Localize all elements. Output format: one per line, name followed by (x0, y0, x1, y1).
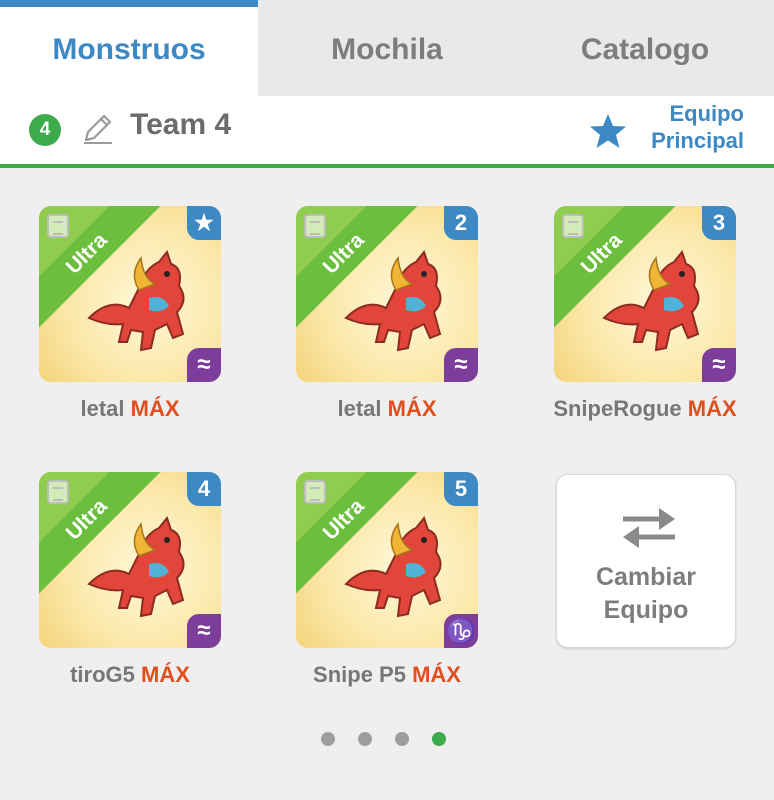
change-team-button[interactable]: Cambiar Equipo (556, 474, 736, 648)
monster-card[interactable]: Ultra ★ ≈ (39, 206, 221, 382)
team-position-badge: 4 (187, 472, 221, 506)
monster-level: MÁX (687, 396, 737, 421)
star-icon[interactable] (588, 112, 628, 150)
change-team-label: Cambiar Equipo (557, 561, 735, 627)
notes-icon[interactable] (47, 214, 69, 238)
team-position-badge: 5 (444, 472, 478, 506)
monster-level: MÁX (387, 396, 437, 421)
page-dot-3[interactable] (395, 732, 409, 746)
page-dot-4-active[interactable] (432, 732, 446, 746)
dragon-monster-image (344, 515, 442, 618)
monster-card[interactable]: Ultra 4 ≈ (39, 472, 221, 648)
element-water-icon: ≈ (702, 348, 736, 382)
monster-name: letal (337, 396, 382, 421)
pencil-icon[interactable] (80, 112, 114, 146)
element-water-icon: ≈ (187, 348, 221, 382)
notes-icon[interactable] (304, 214, 326, 238)
swap-arrows-icon (623, 508, 675, 548)
dragon-monster-image (87, 515, 185, 618)
tab-mochila[interactable]: Mochila (258, 0, 516, 96)
monster-name: Snipe P5 (313, 662, 406, 687)
tab-monstruos[interactable]: Monstruos (0, 0, 258, 96)
dragon-monster-image (344, 249, 442, 352)
team-name[interactable]: Team 4 (130, 108, 231, 142)
monster-level: MÁX (130, 396, 180, 421)
notes-icon[interactable] (562, 214, 584, 238)
monster-label: Snipe P5 MÁX (256, 662, 518, 688)
change-team-line2: Equipo (603, 596, 689, 624)
dragon-monster-image (87, 249, 185, 352)
element-water-icon: ≈ (444, 348, 478, 382)
element-water-icon: ≈ (187, 614, 221, 648)
monster-card[interactable]: Ultra 3 ≈ (554, 206, 736, 382)
monster-name: SnipeRogue (553, 396, 682, 421)
change-team-line1: Cambiar (595, 563, 697, 591)
monster-grid: Ultra ★ ≈ letal MÁX Ultra 2 ≈ letal MÁX … (0, 168, 774, 758)
monster-label: letal MÁX (0, 396, 261, 422)
monster-card[interactable]: Ultra 5 ♑ (296, 472, 478, 648)
page-indicator (321, 732, 446, 746)
monster-card[interactable]: Ultra 2 ≈ (296, 206, 478, 382)
monster-level: MÁX (412, 662, 461, 687)
main-team-label-line2: Principal (651, 128, 744, 153)
notes-icon[interactable] (47, 480, 69, 504)
team-header: 4 Team 4 Equipo Principal (0, 96, 774, 168)
notes-icon[interactable] (304, 480, 326, 504)
team-number-badge: 4 (29, 114, 61, 146)
monster-level: MÁX (141, 662, 190, 687)
main-team-label-line1: Equipo (669, 101, 744, 126)
monster-label: letal MÁX (256, 396, 518, 422)
tab-bar: Monstruos Mochila Catalogo (0, 0, 774, 96)
page-dot-1[interactable] (321, 732, 335, 746)
tab-catalogo[interactable]: Catalogo (516, 0, 774, 96)
team-position-badge: 2 (444, 206, 478, 240)
monster-name: letal (80, 396, 125, 421)
monster-label: tiroG5 MÁX (0, 662, 261, 688)
dragon-monster-image (602, 249, 700, 352)
element-capricorn-icon: ♑ (444, 614, 478, 648)
monster-name: tiroG5 (70, 662, 135, 687)
monster-label: SnipeRogue MÁX (514, 396, 774, 422)
page-dot-2[interactable] (358, 732, 372, 746)
team-position-badge: ★ (187, 206, 221, 240)
main-team-button[interactable]: Equipo Principal (651, 100, 744, 154)
team-position-badge: 3 (702, 206, 736, 240)
